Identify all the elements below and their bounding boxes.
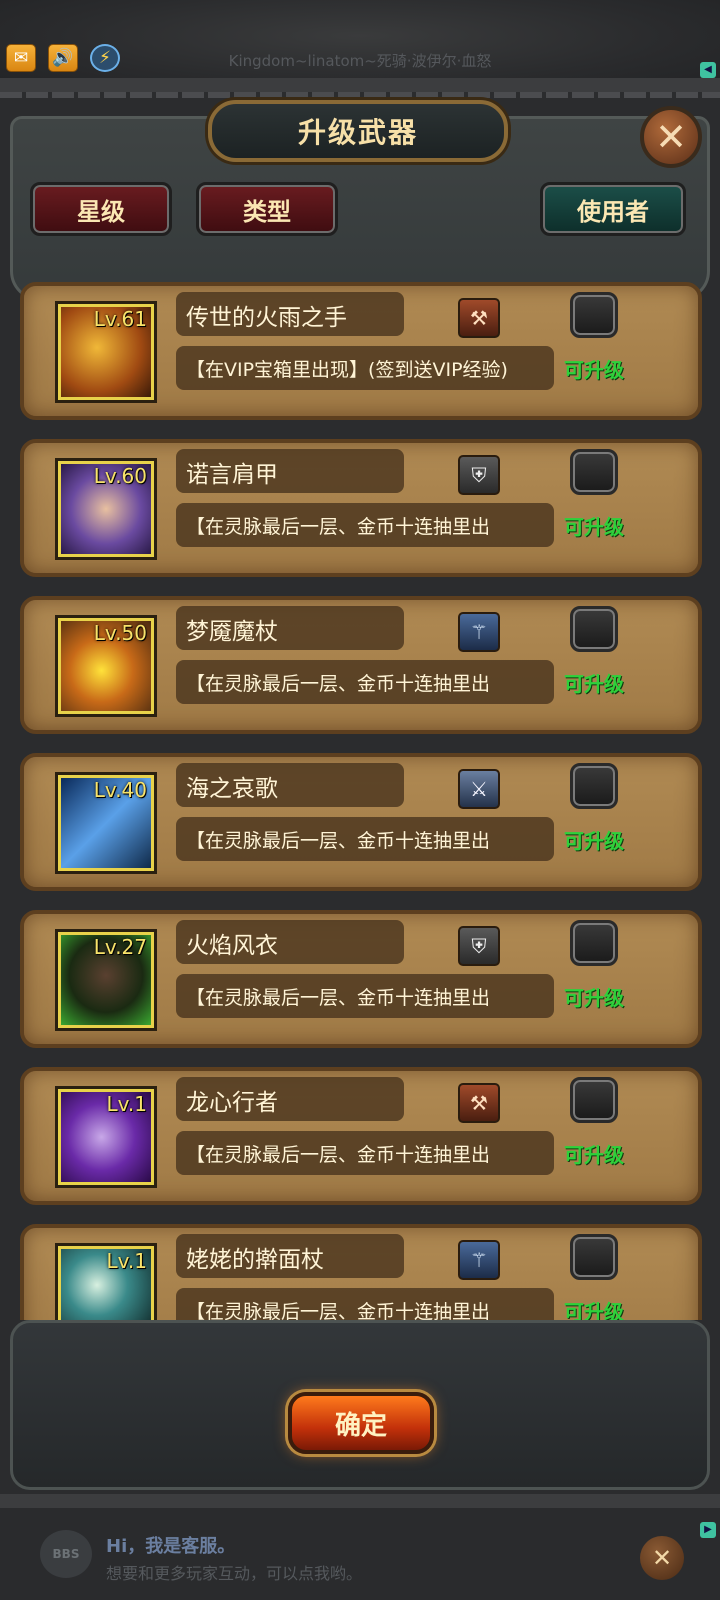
level-label: Lv.61 — [93, 307, 147, 331]
weapon-portrait: Lv.60 — [58, 461, 154, 557]
weapon-portrait: Lv.50 — [58, 618, 154, 714]
customer-service-bar[interactable]: ▶ BBS Hi，我是客服。 想要和更多玩家互动，可以点我哟。 ✕ — [0, 1508, 720, 1600]
weapon-portrait: Lv.27 — [58, 932, 154, 1028]
helper-title[interactable]: Hi，我是客服。 — [106, 1532, 235, 1558]
weapon-name: 龙心行者 — [176, 1077, 404, 1121]
select-checkbox[interactable] — [570, 606, 618, 652]
status-upgradable: 可升级 — [564, 515, 624, 539]
weapon-name: 梦魇魔杖 — [176, 606, 404, 650]
weapon-source: 【在灵脉最后一层、金币十连抽里出 — [176, 503, 554, 547]
weapon-source: 【在灵脉最后一层、金币十连抽里出 — [176, 660, 554, 704]
weapon-type-icon: ⚒ — [458, 1083, 500, 1123]
side-arrow-left-icon[interactable]: ◀ — [700, 62, 716, 78]
armor-type-icon: ⛨ — [458, 455, 500, 495]
weapon-card[interactable]: Lv.1 姥姥的擀面杖 ⚚ 【在灵脉最后一层、金币十连抽里出 可升级 — [20, 1224, 702, 1320]
weapon-source: 【在灵脉最后一层、金币十连抽里出 — [176, 1288, 554, 1320]
weapon-portrait: Lv.61 — [58, 304, 154, 400]
weapon-card[interactable]: Lv.60 诺言肩甲 ⛨ 【在灵脉最后一层、金币十连抽里出 可升级 — [20, 439, 702, 577]
level-label: Lv.1 — [106, 1249, 147, 1273]
level-label: Lv.40 — [93, 778, 147, 802]
weapon-card[interactable]: Lv.61 传世的火雨之手 ⚒ 【在VIP宝箱里出现】(签到送VIP经验) 可升… — [20, 282, 702, 420]
select-checkbox[interactable] — [570, 292, 618, 338]
status-strip: ✉ 🔊 ⚡ Kingdom~linatom~死骑·波伊尔·血怒 ◀ — [0, 0, 720, 90]
server-title: Kingdom~linatom~死骑·波伊尔·血怒 — [228, 52, 492, 70]
helper-subtitle: 想要和更多玩家互动，可以点我哟。 — [106, 1564, 363, 1583]
status-upgradable: 可升级 — [564, 829, 624, 853]
level-label: Lv.60 — [93, 464, 147, 488]
select-checkbox[interactable] — [570, 1077, 618, 1123]
filter-user-button[interactable]: 使用者 — [540, 182, 686, 236]
weapon-portrait: Lv.1 — [58, 1089, 154, 1185]
level-label: Lv.27 — [93, 935, 147, 959]
confirm-button[interactable]: 确定 — [288, 1392, 434, 1454]
sword-type-icon: ⚔ — [458, 769, 500, 809]
select-checkbox[interactable] — [570, 1234, 618, 1280]
status-upgradable: 可升级 — [564, 672, 624, 696]
close-icon: ✕ — [651, 1544, 673, 1572]
status-upgradable: 可升级 — [564, 1300, 624, 1320]
weapon-card[interactable]: Lv.1 龙心行者 ⚒ 【在灵脉最后一层、金币十连抽里出 可升级 — [20, 1067, 702, 1205]
select-checkbox[interactable] — [570, 920, 618, 966]
weapon-source: 【在灵脉最后一层、金币十连抽里出 — [176, 817, 554, 861]
level-label: Lv.1 — [106, 1092, 147, 1116]
filter-type-button[interactable]: 类型 — [196, 182, 338, 236]
select-checkbox[interactable] — [570, 763, 618, 809]
weapon-source: 【在灵脉最后一层、金币十连抽里出 — [176, 974, 554, 1018]
close-button[interactable]: ✕ — [640, 106, 702, 168]
helper-close-button[interactable]: ✕ — [640, 1536, 684, 1580]
status-upgradable: 可升级 — [564, 1143, 624, 1167]
weapon-card[interactable]: Lv.27 火焰风衣 ⛨ 【在灵脉最后一层、金币十连抽里出 可升级 — [20, 910, 702, 1048]
weapon-name: 诺言肩甲 — [176, 449, 404, 493]
weapon-card[interactable]: Lv.40 海之哀歌 ⚔ 【在灵脉最后一层、金币十连抽里出 可升级 — [20, 753, 702, 891]
weapon-card[interactable]: Lv.50 梦魇魔杖 ⚚ 【在灵脉最后一层、金币十连抽里出 可升级 — [20, 596, 702, 734]
weapon-name: 传世的火雨之手 — [176, 292, 404, 336]
close-icon: ✕ — [655, 115, 687, 159]
select-checkbox[interactable] — [570, 449, 618, 495]
side-arrow-right-icon[interactable]: ▶ — [700, 1522, 716, 1538]
weapon-source: 【在灵脉最后一层、金币十连抽里出 — [176, 1131, 554, 1175]
status-upgradable: 可升级 — [564, 986, 624, 1010]
weapon-name: 姥姥的擀面杖 — [176, 1234, 404, 1278]
weapon-source: 【在VIP宝箱里出现】(签到送VIP经验) — [176, 346, 554, 390]
weapon-name: 火焰风衣 — [176, 920, 404, 964]
dialog-title: 升级武器 — [208, 100, 508, 162]
level-label: Lv.50 — [93, 621, 147, 645]
weapon-list[interactable]: Lv.61 传世的火雨之手 ⚒ 【在VIP宝箱里出现】(签到送VIP经验) 可升… — [20, 270, 702, 1320]
staff-type-icon: ⚚ — [458, 1240, 500, 1280]
weapon-name: 海之哀歌 — [176, 763, 404, 807]
bbs-logo-icon[interactable]: BBS — [40, 1530, 92, 1578]
armor-type-icon: ⛨ — [458, 926, 500, 966]
status-upgradable: 可升级 — [564, 358, 624, 382]
filter-star-button[interactable]: 星级 — [30, 182, 172, 236]
weapon-portrait: Lv.1 — [58, 1246, 154, 1320]
weapon-type-icon: ⚒ — [458, 298, 500, 338]
weapon-portrait: Lv.40 — [58, 775, 154, 871]
staff-type-icon: ⚚ — [458, 612, 500, 652]
